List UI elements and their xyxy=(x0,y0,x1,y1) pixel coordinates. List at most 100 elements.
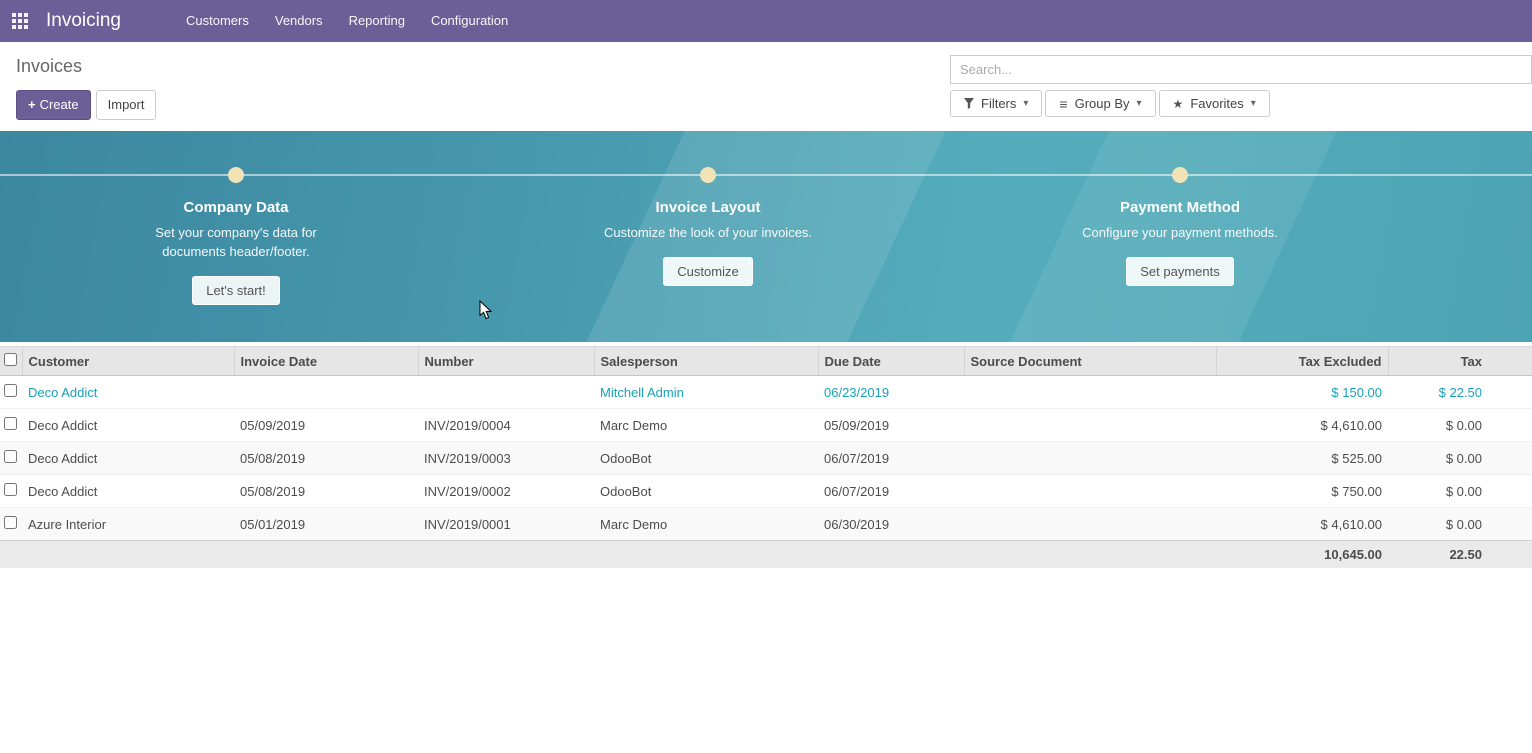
cell-salesperson[interactable]: Marc Demo xyxy=(594,409,818,442)
cell-source-document[interactable] xyxy=(964,475,1216,508)
table-row[interactable]: Azure Interior05/01/2019INV/2019/0001Mar… xyxy=(0,508,1532,541)
import-button[interactable]: Import xyxy=(96,90,157,120)
column-header-customer[interactable]: Customer xyxy=(22,347,234,376)
row-select-cell[interactable] xyxy=(0,376,22,409)
step-description: Customize the look of your invoices. xyxy=(598,224,818,243)
cell-salesperson[interactable]: OdooBot xyxy=(594,475,818,508)
cell-tax-excluded[interactable]: $ 4,610.00 xyxy=(1216,508,1388,541)
cell-tax-excluded[interactable]: $ 150.00 xyxy=(1216,376,1388,409)
cell-number[interactable]: INV/2019/0002 xyxy=(418,475,594,508)
cell-invoice-date[interactable]: 05/08/2019 xyxy=(234,475,418,508)
cell-customer[interactable]: Deco Addict xyxy=(22,409,234,442)
onboarding-step-company-data: Company DataSet your company's data for … xyxy=(0,131,472,305)
apps-grid-icon xyxy=(12,13,28,29)
step-title: Payment Method xyxy=(944,199,1416,216)
cell-customer[interactable]: Deco Addict xyxy=(22,475,234,508)
cell-source-document[interactable] xyxy=(964,409,1216,442)
cell-number[interactable]: INV/2019/0004 xyxy=(418,409,594,442)
step-title: Company Data xyxy=(0,199,472,216)
nav-menu-reporting[interactable]: Reporting xyxy=(336,0,418,42)
cell-salesperson[interactable]: Mitchell Admin xyxy=(594,376,818,409)
row-select-cell[interactable] xyxy=(0,409,22,442)
group-by-label: Group By xyxy=(1075,96,1130,111)
column-header-tax[interactable]: Tax xyxy=(1388,347,1532,376)
column-header-number[interactable]: Number xyxy=(418,347,594,376)
cell-tax[interactable]: $ 0.00 xyxy=(1388,409,1532,442)
cell-number[interactable]: INV/2019/0003 xyxy=(418,442,594,475)
app-title[interactable]: Invoicing xyxy=(46,10,121,32)
create-button[interactable]: +Create xyxy=(16,90,91,120)
cell-salesperson[interactable]: Marc Demo xyxy=(594,508,818,541)
cell-due-date[interactable]: 06/30/2019 xyxy=(818,508,964,541)
nav-menu-vendors[interactable]: Vendors xyxy=(262,0,336,42)
row-checkbox[interactable] xyxy=(4,384,17,397)
row-checkbox[interactable] xyxy=(4,516,17,529)
cell-number[interactable] xyxy=(418,376,594,409)
row-checkbox[interactable] xyxy=(4,450,17,463)
cell-tax[interactable]: $ 0.00 xyxy=(1388,475,1532,508)
step-dot xyxy=(228,167,244,183)
filter-funnel-icon xyxy=(964,98,974,109)
caret-down-icon: ▾ xyxy=(1023,99,1028,109)
cell-invoice-date[interactable] xyxy=(234,376,418,409)
table-row[interactable]: Deco Addict05/08/2019INV/2019/0002OdooBo… xyxy=(0,475,1532,508)
onboarding-step-payment-method: Payment MethodConfigure your payment met… xyxy=(944,131,1416,305)
table-row[interactable]: Deco Addict Mitchell Admin06/23/2019 $ 150… xyxy=(0,376,1532,409)
control-panel: Invoices +Create Import Filters ▾ ≡ Grou… xyxy=(0,42,1532,131)
group-by-button[interactable]: ≡ Group By ▾ xyxy=(1045,90,1155,117)
totals-row: 10,645.00 22.50 xyxy=(0,541,1532,568)
nav-menu-configuration[interactable]: Configuration xyxy=(418,0,521,42)
column-header-due-date[interactable]: Due Date xyxy=(818,347,964,376)
apps-menu-button[interactable] xyxy=(0,0,40,42)
cell-number[interactable]: INV/2019/0001 xyxy=(418,508,594,541)
row-select-cell[interactable] xyxy=(0,475,22,508)
onboarding-steps: Company DataSet your company's data for … xyxy=(0,131,1532,305)
step-action-button[interactable]: Let's start! xyxy=(192,276,280,305)
step-dot xyxy=(700,167,716,183)
cell-source-document[interactable] xyxy=(964,376,1216,409)
cell-customer[interactable]: Deco Addict xyxy=(22,376,234,409)
row-checkbox[interactable] xyxy=(4,483,17,496)
cell-source-document[interactable] xyxy=(964,442,1216,475)
table-row[interactable]: Deco Addict05/09/2019INV/2019/0004Marc D… xyxy=(0,409,1532,442)
filters-button[interactable]: Filters ▾ xyxy=(950,90,1042,117)
filter-toolbar: Filters ▾ ≡ Group By ▾ ★ Favorites ▾ xyxy=(950,90,1532,117)
step-action-button[interactable]: Customize xyxy=(663,257,752,286)
row-checkbox[interactable] xyxy=(4,417,17,430)
cell-invoice-date[interactable]: 05/01/2019 xyxy=(234,508,418,541)
cell-salesperson[interactable]: OdooBot xyxy=(594,442,818,475)
row-select-cell[interactable] xyxy=(0,508,22,541)
cell-tax[interactable]: $ 0.00 xyxy=(1388,508,1532,541)
column-header-source-document[interactable]: Source Document xyxy=(964,347,1216,376)
cell-invoice-date[interactable]: 05/08/2019 xyxy=(234,442,418,475)
onboarding-banner: Company DataSet your company's data for … xyxy=(0,131,1532,342)
step-action-button[interactable]: Set payments xyxy=(1126,257,1234,286)
cell-due-date[interactable]: 05/09/2019 xyxy=(818,409,964,442)
cell-due-date[interactable]: 06/23/2019 xyxy=(818,376,964,409)
group-by-icon: ≡ xyxy=(1059,97,1067,111)
cell-invoice-date[interactable]: 05/09/2019 xyxy=(234,409,418,442)
cell-tax-excluded[interactable]: $ 4,610.00 xyxy=(1216,409,1388,442)
search-panel: Filters ▾ ≡ Group By ▾ ★ Favorites ▾ xyxy=(950,55,1532,117)
column-header-salesperson[interactable]: Salesperson xyxy=(594,347,818,376)
nav-menu-customers[interactable]: Customers xyxy=(173,0,262,42)
cell-tax[interactable]: $ 22.50 xyxy=(1388,376,1532,409)
column-header-invoice-date[interactable]: Invoice Date xyxy=(234,347,418,376)
search-input[interactable] xyxy=(950,55,1532,84)
cell-due-date[interactable]: 06/07/2019 xyxy=(818,475,964,508)
star-icon: ★ xyxy=(1173,98,1184,110)
favorites-button[interactable]: ★ Favorites ▾ xyxy=(1159,90,1270,117)
select-all-checkbox[interactable] xyxy=(4,353,17,366)
cell-due-date[interactable]: 06/07/2019 xyxy=(818,442,964,475)
row-select-cell[interactable] xyxy=(0,442,22,475)
cell-customer[interactable]: Deco Addict xyxy=(22,442,234,475)
invoice-list: CustomerInvoice DateNumberSalespersonDue… xyxy=(0,346,1532,568)
select-all-cell[interactable] xyxy=(0,347,22,376)
cell-tax[interactable]: $ 0.00 xyxy=(1388,442,1532,475)
cell-tax-excluded[interactable]: $ 750.00 xyxy=(1216,475,1388,508)
column-header-tax-excluded[interactable]: Tax Excluded xyxy=(1216,347,1388,376)
cell-source-document[interactable] xyxy=(964,508,1216,541)
cell-tax-excluded[interactable]: $ 525.00 xyxy=(1216,442,1388,475)
table-row[interactable]: Deco Addict05/08/2019INV/2019/0003OdooBo… xyxy=(0,442,1532,475)
cell-customer[interactable]: Azure Interior xyxy=(22,508,234,541)
